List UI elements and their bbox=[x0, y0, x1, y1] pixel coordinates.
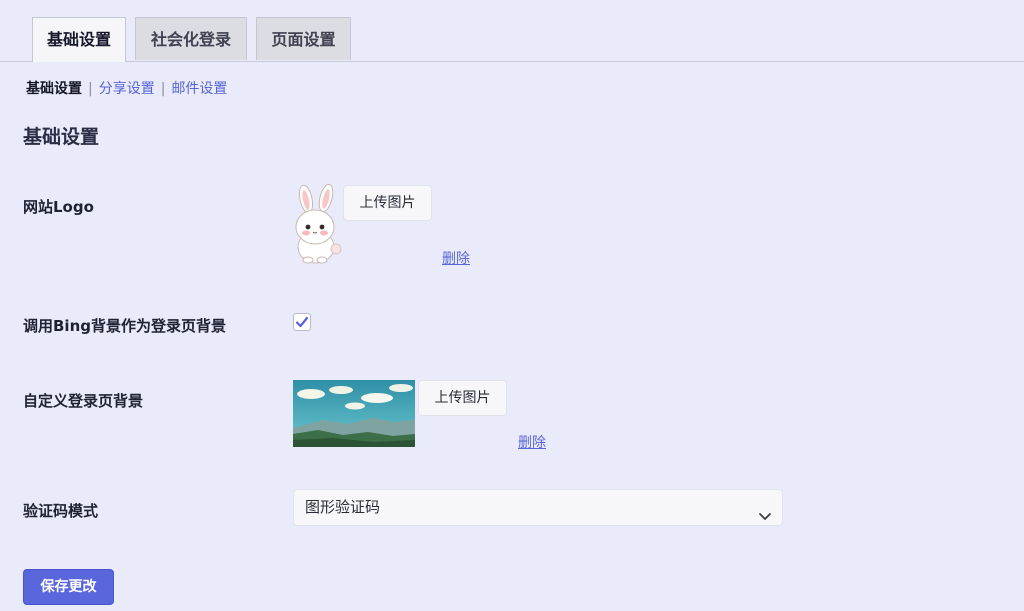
subnav-separator: | bbox=[160, 81, 166, 97]
tab-page-settings[interactable]: 页面设置 bbox=[256, 17, 351, 60]
background-preview-image bbox=[293, 380, 415, 451]
logo-delete-link[interactable]: 删除 bbox=[442, 248, 470, 268]
subnav-mail-settings[interactable]: 邮件设置 bbox=[171, 81, 227, 97]
sub-navigation: 基础设置 | 分享设置 | 邮件设置 bbox=[26, 78, 227, 98]
section-title: 基础设置 bbox=[23, 126, 100, 148]
subnav-separator: | bbox=[88, 81, 93, 97]
tab-social-login[interactable]: 社会化登录 bbox=[135, 17, 247, 60]
subnav-current: 基础设置 bbox=[26, 81, 82, 97]
bing-background-checkbox[interactable] bbox=[293, 313, 311, 331]
subnav-share-settings[interactable]: 分享设置 bbox=[99, 81, 155, 97]
logo-label: 网站Logo bbox=[23, 198, 94, 216]
checkmark-icon bbox=[295, 316, 309, 328]
background-delete-link[interactable]: 删除 bbox=[518, 432, 546, 452]
captcha-mode-value: 图形验证码 bbox=[305, 498, 381, 516]
logo-upload-button[interactable]: 上传图片 bbox=[343, 185, 432, 221]
tab-basic-settings[interactable]: 基础设置 bbox=[32, 17, 126, 62]
captcha-mode-select[interactable]: 图形验证码 bbox=[293, 489, 783, 526]
bing-background-label: 调用Bing背景作为登录页背景 bbox=[23, 317, 226, 335]
chevron-down-icon bbox=[758, 501, 772, 536]
bunny-logo-image bbox=[295, 183, 342, 264]
tab-bar: 基础设置 社会化登录 页面设置 bbox=[0, 0, 1024, 62]
landscape-thumbnail bbox=[293, 380, 415, 447]
save-changes-button[interactable]: 保存更改 bbox=[23, 569, 114, 605]
captcha-mode-label: 验证码模式 bbox=[23, 502, 99, 520]
background-upload-button[interactable]: 上传图片 bbox=[418, 380, 507, 416]
custom-background-label: 自定义登录页背景 bbox=[23, 392, 144, 410]
logo-preview-image bbox=[289, 183, 345, 271]
